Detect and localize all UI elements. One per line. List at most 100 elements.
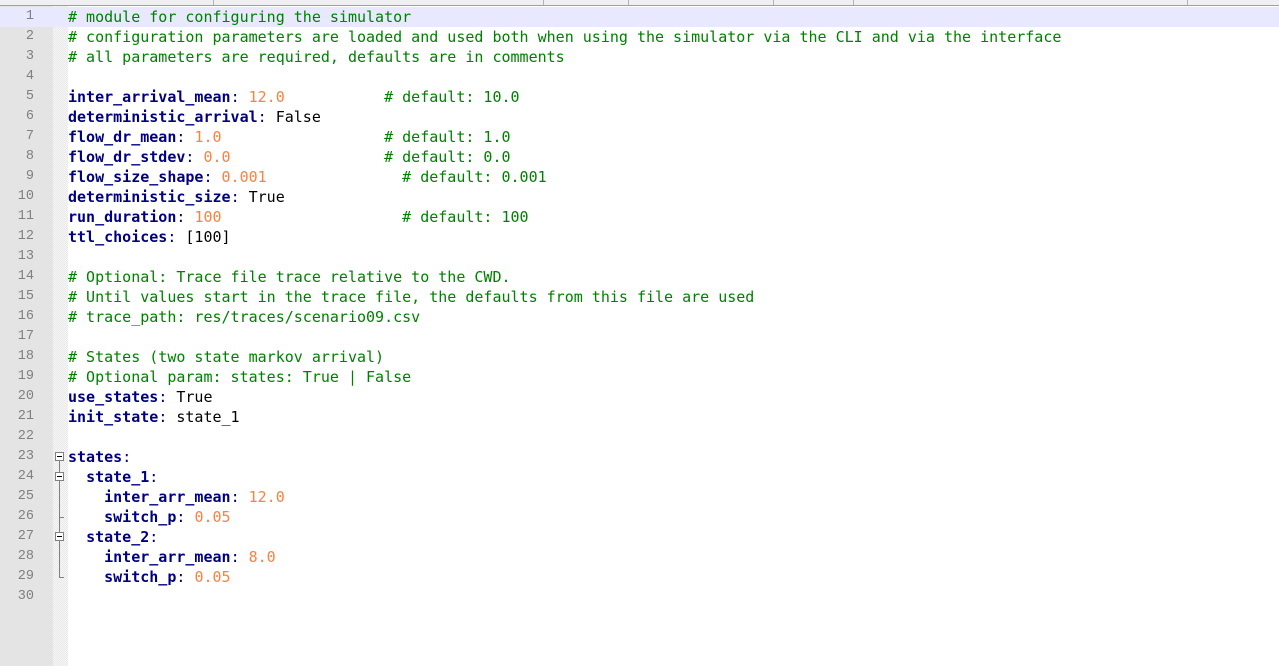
- line-number: 1: [25, 9, 34, 24]
- code-text: switch_p: 0.05: [68, 507, 230, 527]
- yaml-value: state_1: [176, 408, 240, 426]
- yaml-number: 0.0: [203, 148, 231, 166]
- line-number: 24: [17, 469, 34, 484]
- code-line[interactable]: 12 ttl_choices: [100]: [0, 227, 1279, 247]
- code-comment: # module for configuring the simulator: [68, 8, 412, 26]
- yaml-key: inter_arr_mean: [104, 548, 231, 566]
- code-line[interactable]: 7 flow_dr_mean: 1.0 # default: 1.0: [0, 127, 1279, 147]
- yaml-colon: :: [176, 128, 195, 146]
- code-text: flow_size_shape: 0.001 # default: 0.001: [68, 167, 547, 187]
- yaml-value: True: [248, 188, 285, 206]
- line-number: 10: [17, 189, 34, 204]
- code-line[interactable]: 27 state_2:: [0, 527, 1279, 547]
- fold-guide: [53, 567, 68, 587]
- code-text: # States (two state markov arrival): [68, 347, 384, 367]
- fold-toggle-icon[interactable]: [53, 527, 68, 547]
- fold-toggle-icon[interactable]: [53, 467, 68, 487]
- code-line[interactable]: 21 init_state: state_1: [0, 407, 1279, 427]
- code-text: switch_p: 0.05: [68, 567, 230, 587]
- yaml-number: 8.0: [248, 548, 276, 566]
- code-line[interactable]: 17: [0, 327, 1279, 347]
- code-line[interactable]: 15 # Until values start in the trace file…: [0, 287, 1279, 307]
- yaml-value: [222, 128, 385, 146]
- tab-separator: [628, 0, 629, 5]
- yaml-key: ttl_choices: [68, 228, 168, 246]
- yaml-value: [68, 548, 104, 566]
- yaml-colon: :: [149, 528, 159, 546]
- code-line[interactable]: 9 flow_size_shape: 0.001 # default: 0.001: [0, 167, 1279, 187]
- yaml-value: [68, 488, 104, 506]
- tab-separator: [1187, 0, 1188, 5]
- line-number: 18: [17, 349, 34, 364]
- yaml-colon: :: [176, 508, 195, 526]
- tab-separator: [773, 0, 774, 5]
- yaml-colon: :: [257, 108, 276, 126]
- line-number: 3: [25, 49, 34, 64]
- yaml-value: [68, 468, 86, 486]
- code-comment: # Optional: Trace file trace relative to…: [68, 268, 511, 286]
- line-number: 26: [17, 509, 34, 524]
- code-editor[interactable]: 1 # module for configuring the simulator 2…: [0, 7, 1279, 607]
- yaml-key: switch_p: [104, 508, 177, 526]
- code-text: use_states: True: [68, 387, 213, 407]
- yaml-value: [100]: [185, 228, 231, 246]
- code-text: inter_arr_mean: 8.0: [68, 547, 276, 567]
- code-line[interactable]: 20 use_states: True: [0, 387, 1279, 407]
- line-number: 23: [17, 449, 34, 464]
- code-text: init_state: state_1: [68, 407, 240, 427]
- code-comment: # default: 100: [402, 208, 529, 226]
- code-comment: # States (two state markov arrival): [68, 348, 385, 366]
- yaml-value: [231, 148, 385, 166]
- code-line[interactable]: 26 switch_p: 0.05: [0, 507, 1279, 527]
- yaml-colon: :: [230, 548, 249, 566]
- code-line[interactable]: 22: [0, 427, 1279, 447]
- code-line[interactable]: 5 inter_arrival_mean: 12.0 # default: 10.…: [0, 87, 1279, 107]
- yaml-colon: :: [122, 448, 132, 466]
- line-number: 8: [25, 149, 34, 164]
- code-comment: # default: 0.001: [402, 168, 547, 186]
- tab-separator: [213, 0, 214, 5]
- code-text: # Optional param: states: True | False: [68, 367, 411, 387]
- code-line[interactable]: 14 # Optional: Trace file trace relative …: [0, 267, 1279, 287]
- yaml-key: state_1: [86, 468, 150, 486]
- code-line[interactable]: 4: [0, 67, 1279, 87]
- code-line[interactable]: 16 # trace_path: res/traces/scenario09.cs…: [0, 307, 1279, 327]
- code-line[interactable]: 30: [0, 587, 1279, 607]
- line-number: 28: [17, 549, 34, 564]
- code-line[interactable]: 28 inter_arr_mean: 8.0: [0, 547, 1279, 567]
- yaml-value: [267, 168, 402, 186]
- code-line[interactable]: 1 # module for configuring the simulator: [0, 7, 1279, 27]
- line-number: 13: [17, 249, 34, 264]
- code-line[interactable]: 2 # configuration parameters are loaded a…: [0, 27, 1279, 47]
- code-line[interactable]: 10 deterministic_size: True: [0, 187, 1279, 207]
- code-comment: # configuration parameters are loaded an…: [68, 28, 1062, 46]
- code-line[interactable]: 13: [0, 247, 1279, 267]
- yaml-colon: :: [167, 228, 186, 246]
- yaml-key: deterministic_size: [68, 188, 231, 206]
- line-number: 20: [17, 389, 34, 404]
- yaml-colon: :: [158, 408, 177, 426]
- code-line[interactable]: 29 switch_p: 0.05: [0, 567, 1279, 587]
- code-line[interactable]: 23 states:: [0, 447, 1279, 467]
- code-line[interactable]: 19 # Optional param: states: True | False: [0, 367, 1279, 387]
- code-text: # trace_path: res/traces/scenario09.csv: [68, 307, 420, 327]
- line-number: 22: [17, 429, 34, 444]
- code-line[interactable]: 25 inter_arr_mean: 12.0: [0, 487, 1279, 507]
- code-line[interactable]: 11 run_duration: 100 # default: 100: [0, 207, 1279, 227]
- line-number: 9: [25, 169, 34, 184]
- code-comment: # trace_path: res/traces/scenario09.csv: [68, 308, 421, 326]
- yaml-key: flow_dr_mean: [68, 128, 177, 146]
- code-line[interactable]: 18 # States (two state markov arrival): [0, 347, 1279, 367]
- yaml-key: use_states: [68, 388, 159, 406]
- code-line[interactable]: 8 flow_dr_stdev: 0.0 # default: 0.0: [0, 147, 1279, 167]
- code-text: # Optional: Trace file trace relative to…: [68, 267, 511, 287]
- code-line[interactable]: 24 state_1:: [0, 467, 1279, 487]
- code-line[interactable]: 6 deterministic_arrival: False: [0, 107, 1279, 127]
- code-line[interactable]: 3 # all parameters are required, defaults…: [0, 47, 1279, 67]
- code-text: inter_arr_mean: 12.0: [68, 487, 285, 507]
- yaml-value: [68, 528, 86, 546]
- yaml-key: deterministic_arrival: [68, 108, 258, 126]
- fold-toggle-icon[interactable]: [53, 447, 68, 467]
- code-text: ttl_choices: [100]: [68, 227, 231, 247]
- line-number: 11: [17, 209, 34, 224]
